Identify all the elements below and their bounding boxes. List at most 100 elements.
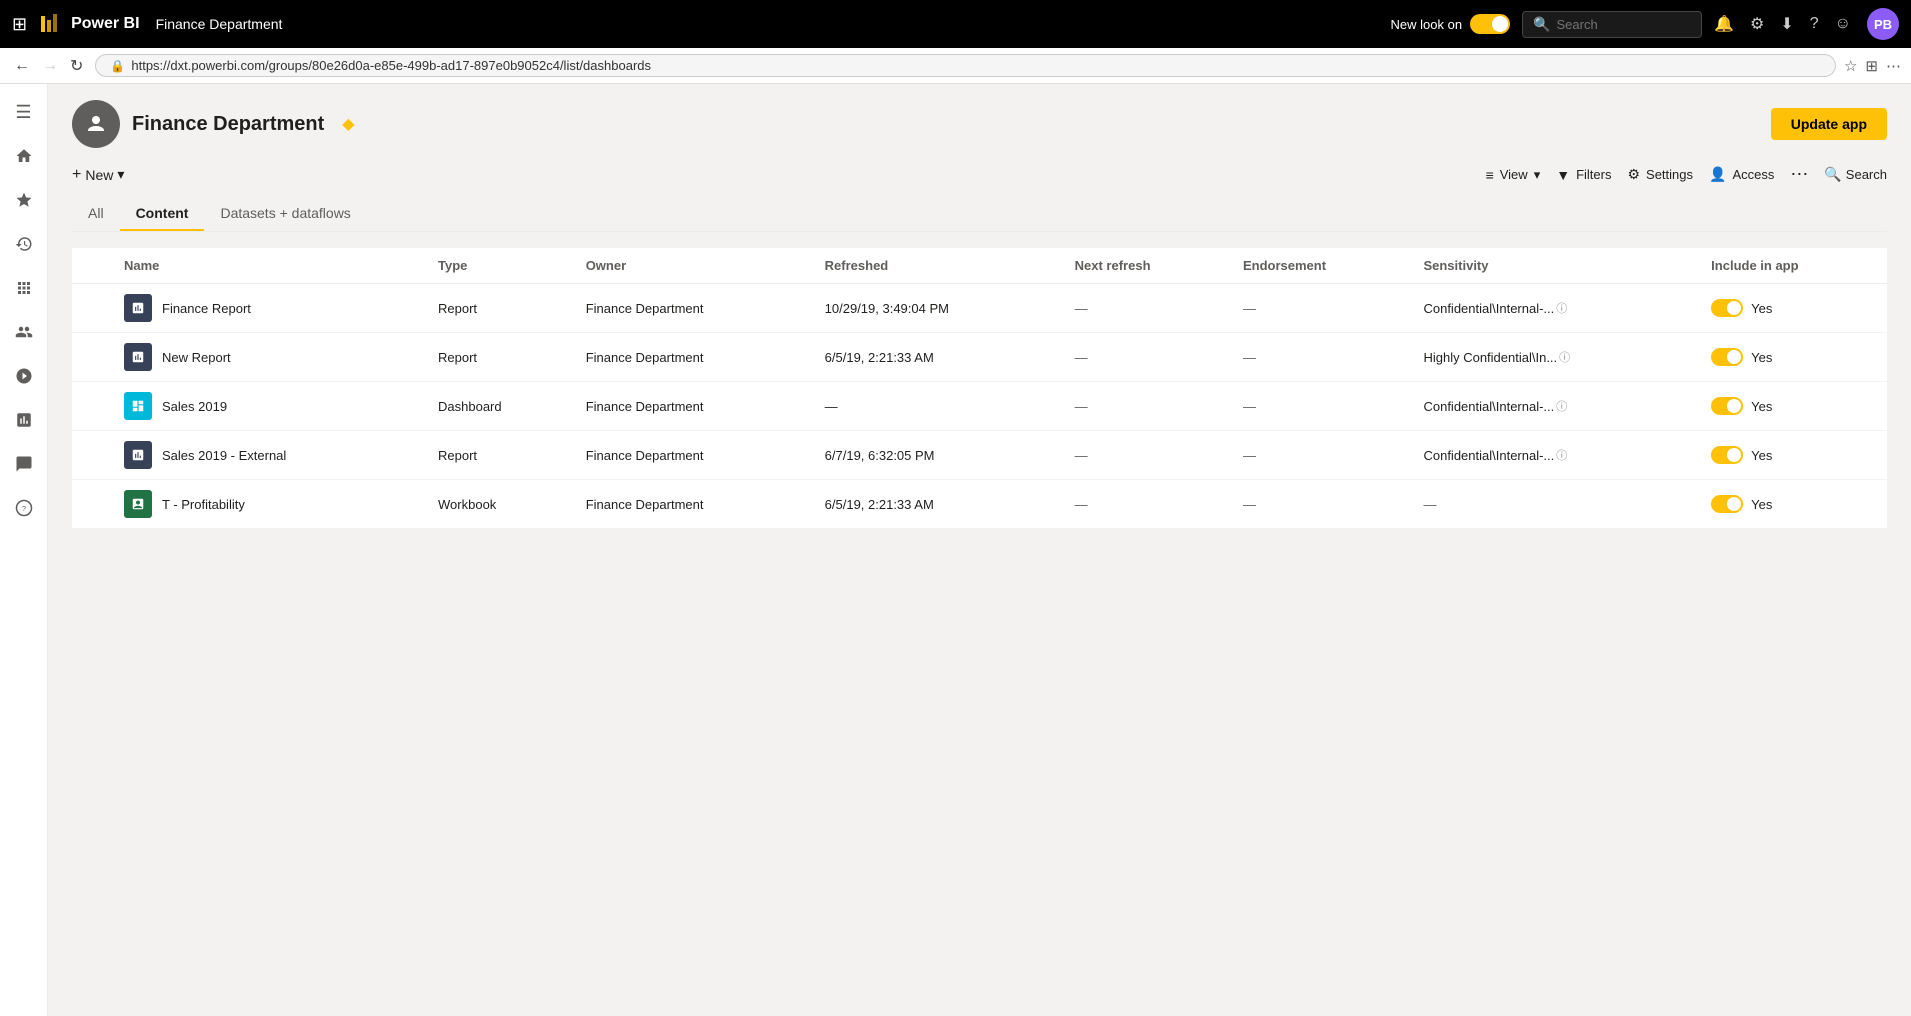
extensions-icon[interactable]: ⊞: [1865, 57, 1878, 75]
row-name-cell: Sales 2019: [112, 382, 426, 431]
topbar-search-icon: 🔍: [1533, 16, 1550, 33]
sensitivity-info-icon[interactable]: ⓘ: [1556, 300, 1567, 316]
table-row[interactable]: New Report Report Finance Department 6/5…: [72, 333, 1887, 382]
include-toggle[interactable]: [1711, 495, 1743, 513]
item-name[interactable]: Sales 2019: [162, 399, 227, 414]
app-logo: Power BI: [39, 12, 139, 36]
toolbar-search-label: Search: [1846, 167, 1887, 182]
sidebar-item-home[interactable]: [4, 136, 44, 176]
workspace-title: Finance Department: [132, 113, 324, 136]
user-avatar[interactable]: PB: [1867, 8, 1899, 40]
sidebar-item-favorites[interactable]: [4, 180, 44, 220]
view-button[interactable]: ≡ View ▾: [1486, 167, 1541, 183]
include-toggle[interactable]: [1711, 299, 1743, 317]
row-include-cell: Yes: [1699, 333, 1887, 382]
row-owner-cell: Finance Department: [574, 480, 813, 529]
table-row[interactable]: Sales 2019 Dashboard Finance Department …: [72, 382, 1887, 431]
include-toggle[interactable]: [1711, 446, 1743, 464]
table-row[interactable]: Sales 2019 - External Report Finance Dep…: [72, 431, 1887, 480]
back-button[interactable]: ←: [10, 54, 34, 78]
access-button[interactable]: 👤 Access: [1709, 166, 1774, 183]
sidebar-item-chat[interactable]: [4, 444, 44, 484]
topbar: ⊞ Power BI Finance Department New look o…: [0, 0, 1911, 48]
refresh-button[interactable]: ↻: [66, 54, 87, 78]
col-name: Name: [112, 248, 426, 284]
row-checkbox-cell: [72, 284, 112, 333]
topbar-search-input[interactable]: [1557, 17, 1687, 32]
new-label: New: [85, 167, 113, 183]
new-look-pill[interactable]: [1470, 14, 1510, 34]
sidebar-item-datasets[interactable]: [4, 400, 44, 440]
browser-menu-icon[interactable]: ⋯: [1886, 57, 1901, 75]
row-name-cell: New Report: [112, 333, 426, 382]
tab-all[interactable]: All: [72, 197, 120, 231]
include-toggle[interactable]: [1711, 348, 1743, 366]
include-toggle[interactable]: [1711, 397, 1743, 415]
row-endorsement-cell: —: [1231, 480, 1411, 529]
row-refreshed-cell: 6/7/19, 6:32:05 PM: [813, 431, 1063, 480]
item-name[interactable]: New Report: [162, 350, 231, 365]
workspace-avatar: [72, 100, 120, 148]
grid-menu-icon[interactable]: ⊞: [12, 14, 27, 35]
lock-icon: 🔒: [110, 59, 125, 73]
col-type: Type: [426, 248, 574, 284]
row-name-cell: T - Profitability: [112, 480, 426, 529]
plus-icon: +: [72, 166, 81, 184]
row-sensitivity-cell: —: [1411, 480, 1699, 529]
sidebar-item-learn[interactable]: ?: [4, 488, 44, 528]
table-row[interactable]: T - Profitability Workbook Finance Depar…: [72, 480, 1887, 529]
include-yes-label: Yes: [1751, 399, 1772, 414]
main-content: Finance Department ◆ Update app + New ▾ …: [48, 84, 1911, 1016]
access-person-icon: 👤: [1709, 166, 1726, 183]
sidebar-item-shared[interactable]: [4, 312, 44, 352]
powerbi-logo-icon: [39, 12, 63, 36]
row-owner-cell: Finance Department: [574, 382, 813, 431]
content-tabs: All Content Datasets + dataflows: [72, 197, 1887, 232]
url-bar[interactable]: 🔒 https://dxt.powerbi.com/groups/80e26d0…: [95, 54, 1836, 77]
sensitivity-info-icon[interactable]: ⓘ: [1556, 447, 1567, 463]
settings-icon[interactable]: ⚙: [1750, 14, 1764, 34]
filters-button[interactable]: ▼ Filters: [1556, 167, 1611, 183]
new-chevron-icon: ▾: [117, 166, 124, 183]
row-endorsement-cell: —: [1231, 431, 1411, 480]
toolbar-search[interactable]: 🔍 Search: [1824, 166, 1887, 183]
row-endorsement-cell: —: [1231, 382, 1411, 431]
row-checkbox-cell: [72, 431, 112, 480]
help-icon[interactable]: ?: [1810, 15, 1819, 33]
settings-button[interactable]: ⚙ Settings: [1627, 166, 1693, 183]
col-sensitivity: Sensitivity: [1411, 248, 1699, 284]
sensitivity-info-icon[interactable]: ⓘ: [1556, 398, 1567, 414]
row-include-cell: Yes: [1699, 284, 1887, 333]
row-checkbox-cell: [72, 333, 112, 382]
topbar-right-icons: 🔔 ⚙ ⬇ ? ☺ PB: [1714, 8, 1899, 40]
new-look-toggle[interactable]: New look on: [1391, 14, 1511, 34]
topbar-search-box[interactable]: 🔍: [1522, 11, 1702, 38]
item-name[interactable]: Finance Report: [162, 301, 251, 316]
address-bar: ← → ↻ 🔒 https://dxt.powerbi.com/groups/8…: [0, 48, 1911, 84]
sidebar-item-apps[interactable]: [4, 268, 44, 308]
download-icon[interactable]: ⬇: [1780, 14, 1793, 34]
row-name-cell: Finance Report: [112, 284, 426, 333]
item-name[interactable]: Sales 2019 - External: [162, 448, 286, 463]
table-row[interactable]: Finance Report Report Finance Department…: [72, 284, 1887, 333]
view-chevron-icon: ▾: [1534, 167, 1541, 183]
more-options-button[interactable]: ⋯: [1790, 164, 1808, 185]
item-name[interactable]: T - Profitability: [162, 497, 245, 512]
include-yes-label: Yes: [1751, 497, 1772, 512]
update-app-button[interactable]: Update app: [1771, 108, 1887, 140]
sidebar-item-hamburger[interactable]: ☰: [4, 92, 44, 132]
notification-icon[interactable]: 🔔: [1714, 14, 1734, 34]
sidebar-item-workspaces[interactable]: [4, 356, 44, 396]
tab-content[interactable]: Content: [120, 197, 205, 231]
row-checkbox-cell: [72, 382, 112, 431]
sidebar-item-recent[interactable]: [4, 224, 44, 264]
sensitivity-info-icon[interactable]: ⓘ: [1559, 349, 1570, 365]
tab-datasets[interactable]: Datasets + dataflows: [204, 197, 366, 231]
forward-button[interactable]: →: [38, 54, 62, 78]
filter-icon: ▼: [1556, 167, 1570, 183]
bookmark-icon[interactable]: ☆: [1844, 57, 1857, 75]
feedback-icon[interactable]: ☺: [1835, 15, 1851, 33]
new-button[interactable]: + New ▾: [72, 166, 124, 184]
access-label: Access: [1732, 167, 1774, 182]
new-look-label: New look on: [1391, 17, 1463, 32]
